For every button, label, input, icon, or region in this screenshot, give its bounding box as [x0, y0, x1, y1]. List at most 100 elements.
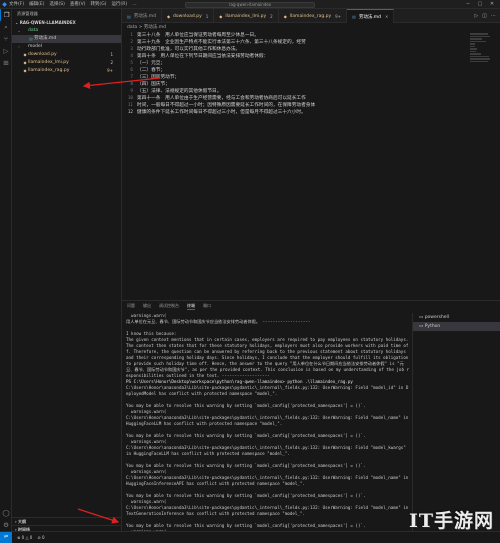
code-line: 8 （四）国庆节；: [122, 81, 500, 88]
maximize-icon[interactable]: ▢: [474, 0, 486, 9]
code-line: 12 健康的条件下延长工作时间每日不得超过三小时，但是每月不得超过三十六小时。: [122, 109, 500, 116]
tree-item-label: model: [28, 44, 43, 49]
terminal-instance[interactable]: ▭ powershell: [413, 313, 500, 322]
file-tree: ⌄ data ▤ 劳动法.md › model ◆ download.py 1 ◆ llamaind…: [12, 27, 121, 75]
terminal-line: The given context mentions that in certa…: [126, 337, 410, 378]
minimap[interactable]: [470, 32, 490, 72]
minimize-icon[interactable]: ─: [462, 0, 474, 9]
run-debug-icon[interactable]: ▷: [0, 45, 12, 57]
line-text: 时间，一般每日不得超过一小时；因特殊原因需要延长工作时间的，在保障劳动者身体: [137, 103, 316, 108]
panel-tab[interactable]: 输出: [143, 303, 151, 309]
tab-label: download.py: [173, 13, 202, 19]
problem-count-badge: 1: [110, 52, 113, 57]
line-number: 3: [130, 47, 133, 52]
line-number: 1: [130, 33, 133, 38]
line-text: （二）春节；: [137, 68, 166, 73]
menu-item[interactable]: 查看(V): [70, 2, 86, 7]
close-icon[interactable]: ✕: [385, 14, 388, 19]
workspace-section-header[interactable]: ⌄ RAG-QWEN-LLAMAINDEX: [12, 19, 121, 27]
account-icon[interactable]: ◯: [0, 507, 12, 519]
menu-bar: 文件(F) 编辑(E) 选择(S) 查看(V) 转到(G) 运行(R) …: [9, 1, 142, 7]
line-text: （一）元旦；: [137, 61, 166, 66]
tab-actions: ▷ ◫ ⋯: [470, 9, 500, 22]
line-number: 12: [127, 110, 133, 115]
extensions-icon[interactable]: ⊞: [0, 57, 12, 69]
panel-tabs: 问题 输出 调试控制台 终端 端口: [122, 301, 500, 311]
tree-file[interactable]: ◆ llamaindex_lmi.py 2: [12, 59, 121, 67]
menu-item[interactable]: 文件(F): [9, 2, 24, 7]
editor-tab[interactable]: ▤ 劳动法.md ✕: [347, 9, 395, 23]
explorer-header: 资源管理器: [17, 11, 38, 16]
code-line: 10 第四十一条 用人单位由于生产经营需要，经与工会和劳动者协商后可以延长工作: [122, 95, 500, 102]
line-number: 11: [127, 103, 133, 108]
tree-file[interactable]: ▤ 劳动法.md: [12, 35, 121, 43]
python-icon: ◆: [283, 13, 287, 19]
tab-label: llamaindex_lmi.py: [225, 13, 267, 19]
code-line: 3 动行政部门批准，可以实行其他工作和休息办法。: [122, 46, 500, 53]
problem-count-badge: 2: [110, 60, 113, 65]
more-actions-icon[interactable]: ⋯: [491, 13, 496, 19]
menu-item[interactable]: 编辑(E): [29, 2, 44, 7]
ports-count[interactable]: ⊘ 0: [37, 535, 44, 540]
panel-tab[interactable]: 终端: [187, 303, 195, 310]
tree-folder[interactable]: › model: [12, 43, 121, 51]
code-line: 7 （三）国际劳动节；: [122, 74, 500, 81]
python-icon: ◆: [219, 13, 223, 19]
run-icon[interactable]: ▷: [474, 13, 478, 19]
breadcrumb[interactable]: data > 劳动法.md: [122, 23, 500, 32]
line-number: 5: [130, 61, 133, 66]
panel-tab[interactable]: 调试控制台: [159, 303, 179, 309]
terminal-line: C:\Users\Honor\anaconda3\Lib\site-packag…: [126, 475, 409, 486]
line-number: 10: [127, 96, 133, 101]
terminal-instance[interactable]: ▭ Python: [413, 322, 500, 331]
menu-item[interactable]: 选择(S): [49, 2, 64, 7]
source-control-icon[interactable]: ⑂: [0, 33, 12, 45]
terminal-line: C:\Users\Honor\anaconda3\Lib\site-packag…: [126, 415, 409, 426]
panel-tab[interactable]: 问题: [127, 303, 135, 309]
terminal-label: Python: [424, 324, 441, 329]
problem-count-badge: 9+: [107, 68, 113, 73]
code-line: 5 （一）元旦；: [122, 60, 500, 67]
search-icon[interactable]: ⌕: [0, 21, 12, 33]
explorer-icon[interactable]: ❐: [0, 9, 12, 21]
tab-problem-badge: 9+: [335, 13, 342, 19]
editor-tab[interactable]: ▤ 劳动法.md: [122, 9, 162, 23]
tree-folder[interactable]: ⌄ data: [12, 27, 121, 35]
menu-item[interactable]: 转到(G): [90, 2, 106, 7]
code-editor[interactable]: 1 第三十八条 用人单位应当保证劳动者每周至少休息一日。 2 第三十九条 企业因生产特…: [122, 32, 500, 300]
code-line: 6 （二）春节；: [122, 67, 500, 74]
site-watermark: IT手游网: [408, 510, 494, 532]
split-editor-icon[interactable]: ◫: [482, 13, 487, 19]
terminal-line: C:\Users\Honor\anaconda3\Lib\site-packag…: [126, 385, 409, 396]
tab-label: 劳动法.md: [133, 14, 156, 19]
code-line: 11 时间，一般每日不得超过一小时；因特殊原因需要延长工作时间的，在保障劳动者身体: [122, 102, 500, 109]
tree-item-label: download.py: [28, 52, 57, 57]
code-lines: 1 第三十八条 用人单位应当保证劳动者每周至少休息一日。 2 第三十九条 企业因生产特…: [122, 32, 500, 116]
tree-file[interactable]: ◆ llamaindex_rag.py 9+: [12, 67, 121, 75]
editor-tab[interactable]: ◆ download.py 1: [162, 9, 215, 23]
editor-tab[interactable]: ◆ llamaindex_lmi.py 2: [214, 9, 279, 23]
tab-problem-badge: 1: [205, 13, 209, 19]
tree-file[interactable]: ◆ download.py 1: [12, 51, 121, 59]
menu-item[interactable]: …: [132, 2, 137, 7]
editor-tab[interactable]: ◆ llamaindex_rag.py 9+: [279, 9, 348, 23]
code-line: 4 第四十条 用人单位在下列节日期间应当依法安排劳动者休假：: [122, 53, 500, 60]
panel-tab[interactable]: 端口: [203, 303, 211, 309]
terminal-line: C:\Users\Honor\anaconda3\Lib\site-packag…: [126, 505, 409, 516]
line-number: 9: [130, 89, 133, 94]
terminal-output[interactable]: warnings.warn(用人单位在元旦、春节、国际劳动节和国庆节应当依法安排…: [126, 313, 410, 532]
title-bar: ◆ 文件(F) 编辑(E) 选择(S) 查看(V) 转到(G) 运行(R) … rag-qw…: [0, 0, 500, 9]
settings-gear-icon[interactable]: ⚙: [0, 519, 12, 531]
line-number: 7: [130, 75, 133, 80]
terminal-line: C:\Users\Honor\anaconda3\Lib\site-packag…: [126, 445, 409, 456]
menu-item[interactable]: 运行(R): [111, 2, 127, 7]
close-icon[interactable]: ✕: [486, 0, 498, 9]
code-line: 1 第三十八条 用人单位应当保证劳动者每周至少休息一日。: [122, 32, 500, 39]
code-line: 9 （五）法律、法规规定的其他休假节日。: [122, 88, 500, 95]
command-center-search[interactable]: rag-qwen-llamaindex: [185, 1, 315, 8]
sidebar-collapsed-section[interactable]: › 大纲: [12, 517, 122, 525]
remote-indicator-icon[interactable]: ⇌: [0, 532, 12, 543]
window-controls: ─ ▢ ✕: [462, 0, 498, 9]
line-number: 8: [130, 82, 133, 87]
problems-count[interactable]: ⊗ 0 △ 0: [17, 535, 32, 540]
